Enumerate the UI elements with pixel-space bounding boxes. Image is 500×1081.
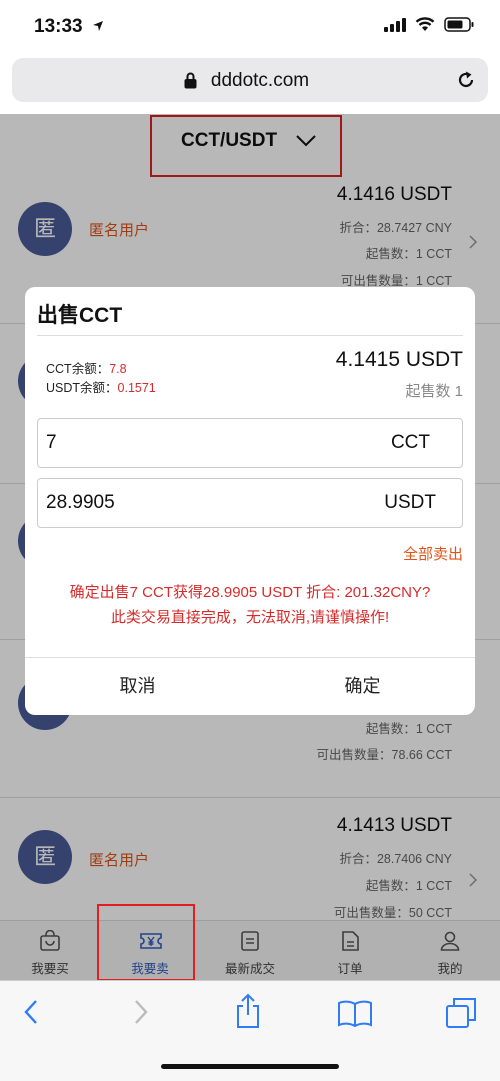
wifi-icon bbox=[415, 17, 435, 31]
sell-all-link[interactable]: 全部卖出 bbox=[403, 543, 463, 564]
usdt-balance: USDT余额：0.1571 bbox=[46, 377, 156, 396]
cct-balance-label: CCT余额： bbox=[46, 362, 110, 376]
address-bar[interactable]: dddotc.com bbox=[12, 58, 488, 102]
dialog-title: 出售CCT bbox=[37, 304, 123, 327]
amount-unit: CCT bbox=[390, 432, 430, 453]
signal-icon bbox=[384, 17, 406, 32]
sell-dialog: 出售CCT CCT余额：7.8 USDT余额：0.1571 4.1415 USD… bbox=[25, 287, 475, 715]
highlight-box bbox=[97, 904, 195, 981]
forward-icon[interactable] bbox=[132, 997, 150, 1027]
divider bbox=[37, 335, 463, 336]
amount-input[interactable] bbox=[46, 419, 346, 467]
reload-icon[interactable] bbox=[456, 70, 476, 90]
bookmarks-icon[interactable] bbox=[337, 999, 373, 1027]
cancel-button[interactable]: 取消 bbox=[25, 657, 250, 715]
browser-toolbar: dddotc.com bbox=[0, 52, 500, 114]
total-input[interactable] bbox=[46, 479, 346, 527]
usdt-balance-label: USDT余额： bbox=[46, 381, 118, 395]
confirm-line: 确定出售7 CCT获得28.9905 USDT 折合: 201.32CNY? bbox=[69, 584, 431, 601]
confirm-message: 确定出售7 CCT获得28.9905 USDT 折合: 201.32CNY? 此… bbox=[25, 580, 475, 630]
usdt-balance-value: 0.1571 bbox=[117, 381, 156, 395]
back-icon[interactable] bbox=[22, 997, 40, 1027]
warning-line: 此类交易直接完成，无法取消,请谨慎操作! bbox=[110, 609, 390, 626]
unit-price: 4.1415 USDT bbox=[335, 348, 463, 371]
share-icon[interactable] bbox=[234, 993, 262, 1029]
total-unit: USDT bbox=[384, 492, 436, 513]
min-sell: 起售数 1 bbox=[405, 383, 463, 400]
cct-balance: CCT余额：7.8 bbox=[46, 358, 127, 377]
status-time: 13:33 bbox=[34, 16, 83, 37]
amount-field[interactable]: CCT bbox=[37, 418, 463, 468]
tabs-icon[interactable] bbox=[445, 997, 477, 1029]
confirm-button[interactable]: 确定 bbox=[250, 657, 475, 715]
location-arrow-icon bbox=[93, 21, 103, 31]
status-bar: 13:33 bbox=[0, 0, 500, 52]
battery-icon bbox=[444, 17, 474, 32]
cct-balance-value: 7.8 bbox=[109, 362, 127, 376]
home-indicator bbox=[161, 1064, 339, 1069]
total-field[interactable]: USDT bbox=[37, 478, 463, 528]
url-text: dddotc.com bbox=[210, 70, 310, 91]
